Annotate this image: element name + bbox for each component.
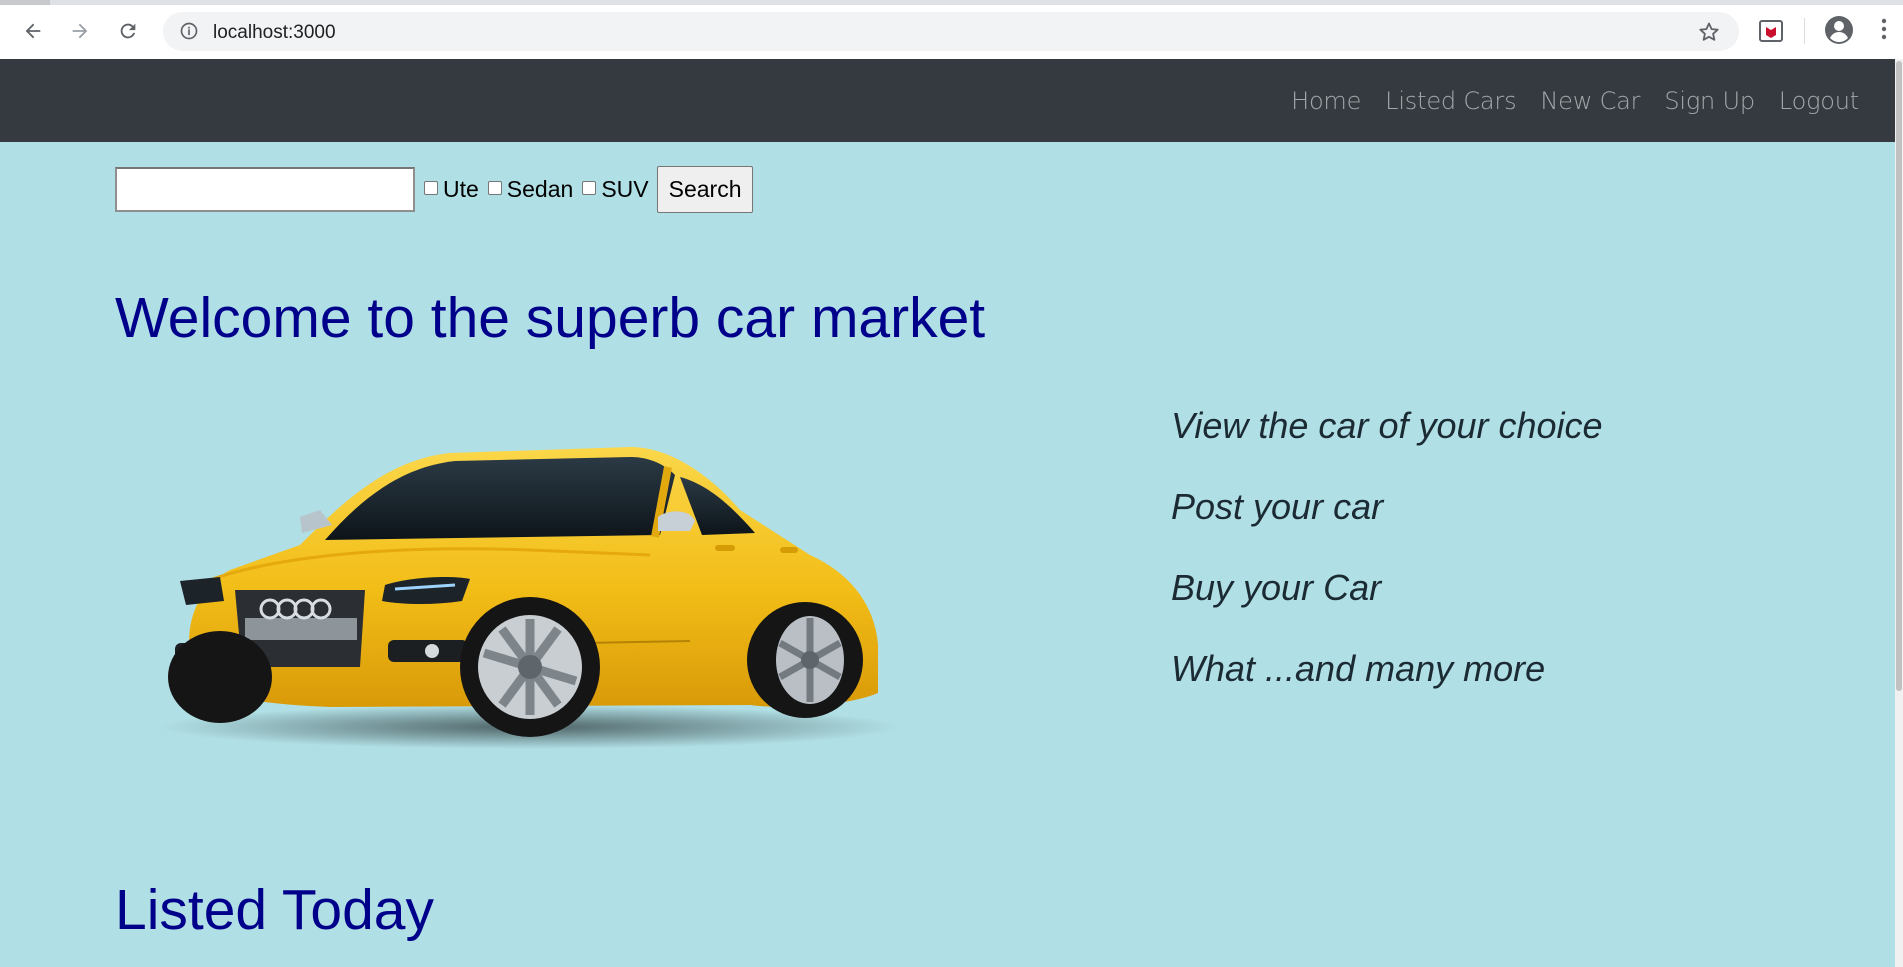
forward-button[interactable]: [63, 14, 97, 48]
menu-icon[interactable]: [1880, 16, 1888, 47]
filter-checkbox-ute[interactable]: [424, 180, 438, 195]
back-button[interactable]: [16, 14, 50, 48]
back-icon: [25, 23, 41, 39]
reload-button[interactable]: [111, 14, 145, 48]
filter-label-ute: Ute: [443, 176, 479, 202]
filter-checkbox-sedan[interactable]: [487, 180, 502, 195]
page-scrollbar[interactable]: [1895, 59, 1903, 967]
reload-icon: [120, 23, 136, 39]
toolbar-separator: [1804, 18, 1805, 44]
search-input[interactable]: [115, 167, 415, 212]
tab-edge: [0, 0, 50, 5]
extension-icon[interactable]: [1758, 18, 1784, 44]
profile-icon[interactable]: [1824, 15, 1854, 50]
address-bar[interactable]: localhost:3000: [163, 12, 1739, 51]
listed-today-heading: Listed Today: [115, 878, 435, 942]
search-button[interactable]: Search: [656, 166, 754, 213]
filter-label-sedan: Sedan: [506, 176, 574, 202]
nav-link-home[interactable]: Home: [1291, 87, 1361, 115]
forward-icon: [72, 23, 88, 39]
feature-list: View the car of your choice Post your ca…: [1171, 405, 1603, 729]
nav-links: Home Listed Cars New Car Sign Up Logout: [1291, 59, 1859, 142]
info-icon[interactable]: [179, 21, 199, 46]
feature-item: View the car of your choice: [1171, 405, 1603, 446]
nav-link-logout[interactable]: Logout: [1779, 87, 1859, 115]
nav-link-new-car[interactable]: New Car: [1540, 87, 1640, 115]
feature-item: Post your car: [1171, 486, 1384, 527]
filter-checkbox-suv[interactable]: [582, 180, 597, 195]
nav-link-sign-up[interactable]: Sign Up: [1664, 87, 1755, 115]
filter-label-suv: SUV: [601, 176, 649, 202]
star-icon[interactable]: [1697, 20, 1721, 49]
feature-item: What ...and many more: [1171, 648, 1546, 689]
url-text: localhost:3000: [213, 22, 336, 43]
tab-strip-edge: [0, 0, 1903, 5]
browser-toolbar: localhost:3000: [0, 0, 1903, 59]
feature-item: Buy your Car: [1171, 567, 1382, 608]
welcome-heading: Welcome to the superb car market: [115, 286, 986, 350]
nav-link-listed-cars[interactable]: Listed Cars: [1385, 87, 1516, 115]
site-navbar: Home Listed Cars New Car Sign Up Logout: [0, 59, 1895, 142]
hero-car-image: [160, 447, 900, 749]
search-form: Ute Sedan SUV Search: [115, 166, 754, 213]
scrollbar-thumb[interactable]: [1896, 61, 1902, 691]
